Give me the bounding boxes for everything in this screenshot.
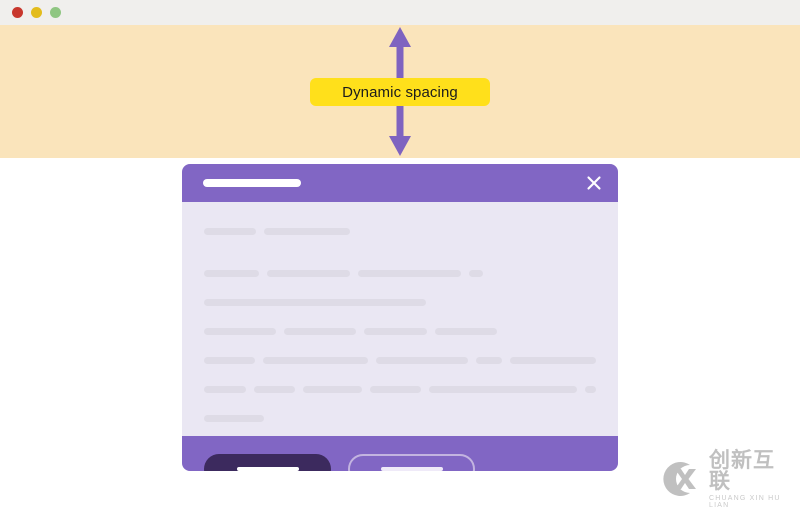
window-controls: [12, 7, 61, 18]
modal-close-button[interactable]: [584, 173, 604, 193]
modal-footer: [182, 436, 618, 471]
secondary-button-label-placeholder: [380, 466, 443, 471]
modal-header: [182, 164, 618, 202]
watermark-chinese: 创新互联: [709, 448, 775, 493]
modal-primary-button[interactable]: [204, 453, 331, 471]
skeleton-row: [204, 328, 596, 335]
cx-logo-icon: [663, 462, 696, 496]
watermark: 创新互联 CHUANG XIN HU LIAN: [655, 450, 795, 509]
window-titlebar: [0, 0, 800, 25]
skeleton-row: [204, 270, 596, 277]
close-window-button[interactable]: [12, 7, 23, 18]
skeleton-row: [204, 415, 596, 422]
modal-body: [182, 202, 618, 436]
watermark-pinyin: CHUANG XIN HU LIAN: [709, 494, 781, 509]
modal-dialog: [182, 164, 618, 471]
close-icon: [587, 176, 601, 190]
skeleton-row: [204, 299, 596, 306]
arrow-up-icon: [389, 27, 411, 47]
watermark-text: 创新互联 CHUANG XIN HU LIAN: [709, 450, 795, 509]
app-window: Dynamic spacing 创新互联 CHUANG XIN HU LIAN: [0, 0, 800, 509]
skeleton-row: [204, 386, 596, 393]
dynamic-spacing-label-pill: Dynamic spacing: [310, 78, 490, 106]
modal-secondary-button[interactable]: [348, 453, 475, 471]
arrow-down-icon: [389, 136, 411, 156]
dynamic-spacing-label: Dynamic spacing: [342, 83, 458, 101]
primary-button-label-placeholder: [236, 466, 299, 471]
minimize-window-button[interactable]: [31, 7, 42, 18]
skeleton-row: [204, 228, 596, 235]
skeleton-row: [204, 357, 597, 364]
modal-title-placeholder: [203, 179, 301, 187]
maximize-window-button[interactable]: [50, 7, 61, 18]
